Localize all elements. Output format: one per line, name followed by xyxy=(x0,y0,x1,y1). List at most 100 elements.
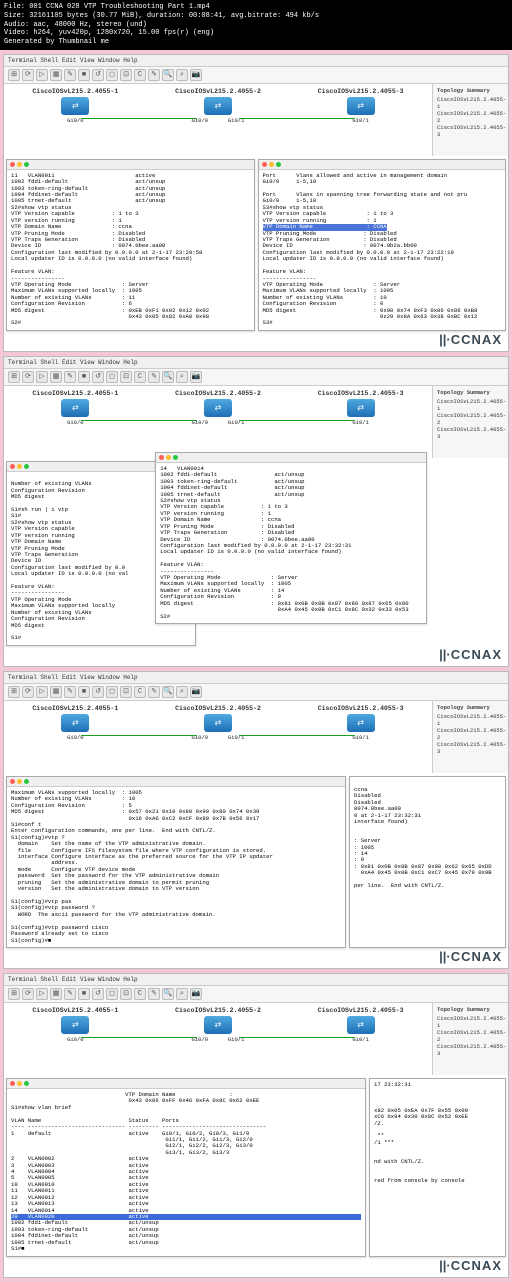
topology-sidebar-item[interactable]: CiscoIOSvL215.2.4055-2 xyxy=(437,110,504,124)
toolbar-button[interactable]: ▷ xyxy=(36,988,48,1000)
toolbar-button[interactable]: ■ xyxy=(78,69,90,81)
menubar[interactable]: Terminal Shell Edit View Window Help xyxy=(4,974,508,986)
terminal-vlan-brief[interactable]: VTP Domain Name : 0x43 0x06 0xFF 0x46 0x… xyxy=(6,1078,366,1257)
terminal-s2-body[interactable]: 14 VLAN0014 1002 fddi-default act/unsup … xyxy=(156,463,426,623)
toolbar-button[interactable]: ▦ xyxy=(50,69,62,81)
terminal-s2[interactable]: 11 VLAN0011 active 1002 fddi-default act… xyxy=(6,159,255,331)
toolbar-button[interactable]: ⊡ xyxy=(120,686,132,698)
toolbar-button[interactable]: ✎ xyxy=(148,686,160,698)
toolbar-button[interactable]: ↺ xyxy=(92,69,104,81)
toolbar-button[interactable]: 🔍 xyxy=(162,686,174,698)
close-icon[interactable] xyxy=(159,455,164,460)
toolbar-button[interactable]: ↺ xyxy=(92,686,104,698)
toolbar-button[interactable]: ⟳ xyxy=(22,988,34,1000)
toolbar-button[interactable]: ■ xyxy=(78,988,90,1000)
terminal-s3[interactable]: Port Vlans allowed and active in managem… xyxy=(258,159,507,331)
close-icon[interactable] xyxy=(10,779,15,784)
minimize-icon[interactable] xyxy=(269,162,274,167)
toolbar-button[interactable]: ◻ xyxy=(106,686,118,698)
toolbar-button[interactable]: C xyxy=(134,69,146,81)
close-icon[interactable] xyxy=(262,162,267,167)
close-icon[interactable] xyxy=(10,464,15,469)
toolbar-button[interactable]: 📷 xyxy=(190,686,202,698)
toolbar-button[interactable]: 🔍 xyxy=(162,988,174,1000)
topology-sidebar-item[interactable]: CiscoIOSvL215.2.4055-1 xyxy=(437,96,504,110)
toolbar-button[interactable]: ✎ xyxy=(148,988,160,1000)
toolbar-button[interactable]: ■ xyxy=(78,686,90,698)
toolbar-button[interactable]: ⊡ xyxy=(120,69,132,81)
toolbar-button[interactable]: ◻ xyxy=(106,371,118,383)
toolbar-button[interactable]: 📷 xyxy=(190,371,202,383)
close-icon[interactable] xyxy=(10,162,15,167)
terminal-right-fragment[interactable]: 17 23:32:31 x82 0x05 0xEA 0x7F 0x55 0x09… xyxy=(369,1078,506,1257)
topology-canvas[interactable]: CiscoIOSvL215.2.4055-1⇄Gi0/0 CiscoIOSvL2… xyxy=(4,386,432,458)
minimize-icon[interactable] xyxy=(166,455,171,460)
toolbar-button[interactable]: ◻ xyxy=(106,69,118,81)
toolbar-button[interactable]: ⊡ xyxy=(120,371,132,383)
toolbar-button[interactable]: ⟳ xyxy=(22,371,34,383)
toolbar-button[interactable]: ⟳ xyxy=(22,686,34,698)
toolbar-button[interactable]: ↺ xyxy=(92,371,104,383)
toolbar-button[interactable]: C xyxy=(134,988,146,1000)
toolbar-button[interactable]: ⊞ xyxy=(8,988,20,1000)
minimize-icon[interactable] xyxy=(17,779,22,784)
switch-icon: ⇄ xyxy=(347,714,375,732)
toolbar-button[interactable]: 🔍 xyxy=(162,69,174,81)
toolbar-button[interactable]: ⌕ xyxy=(176,686,188,698)
toolbar-button[interactable]: C xyxy=(134,371,146,383)
toolbar-button[interactable]: ▷ xyxy=(36,69,48,81)
zoom-icon[interactable] xyxy=(24,162,29,167)
toolbar-button[interactable]: ⌕ xyxy=(176,69,188,81)
toolbar-button[interactable]: ⊞ xyxy=(8,371,20,383)
toolbar-button[interactable]: ⊞ xyxy=(8,686,20,698)
toolbar-button[interactable]: ▦ xyxy=(50,371,62,383)
toolbar-button[interactable]: ⟳ xyxy=(22,69,34,81)
close-icon[interactable] xyxy=(10,1081,15,1086)
toolbar-button[interactable]: ▷ xyxy=(36,371,48,383)
toolbar-button[interactable]: C xyxy=(134,686,146,698)
menubar[interactable]: Terminal Shell Edit View Window Help xyxy=(4,357,508,369)
zoom-icon[interactable] xyxy=(24,779,29,784)
toolbar-button[interactable]: ⌕ xyxy=(176,371,188,383)
terminal-s2-overlay[interactable]: 14 VLAN0014 1002 fddi-default act/unsup … xyxy=(155,452,427,624)
minimize-icon[interactable] xyxy=(17,464,22,469)
terminal-s1-config[interactable]: Maximum VLANs supported locally : 1005 N… xyxy=(6,776,346,948)
toolbar-button[interactable]: ✎ xyxy=(64,371,76,383)
topology-canvas[interactable]: CiscoIOSvL215.2.4055-1⇄Gi0/0 CiscoIOSvL2… xyxy=(4,1003,432,1075)
toolbar-button[interactable]: ✎ xyxy=(64,988,76,1000)
toolbar-button[interactable]: ▦ xyxy=(50,988,62,1000)
terminal-right-fragment-body[interactable]: 17 23:32:31 x82 0x05 0xEA 0x7F 0x55 0x09… xyxy=(370,1079,505,1188)
toolbar-button[interactable]: ✎ xyxy=(64,69,76,81)
topology-canvas[interactable]: CiscoIOSvL215.2.4055-1 ⇄ Gi0/0 CiscoIOSv… xyxy=(4,84,432,156)
toolbar-button[interactable]: 📷 xyxy=(190,988,202,1000)
terminal-right-body[interactable]: ccna Disabled Disabled 0074.0bee.aa00 0 … xyxy=(350,777,505,893)
toolbar-button[interactable]: ⊡ xyxy=(120,988,132,1000)
topology-canvas[interactable]: CiscoIOSvL215.2.4055-1⇄Gi0/0 CiscoIOSvL2… xyxy=(4,701,432,773)
toolbar-button[interactable]: ▦ xyxy=(50,686,62,698)
toolbar-button[interactable]: ↺ xyxy=(92,988,104,1000)
toolbar-button[interactable]: 📷 xyxy=(190,69,202,81)
menubar[interactable]: Terminal Shell Edit View Window Help xyxy=(4,672,508,684)
toolbar-button[interactable]: ⊞ xyxy=(8,69,20,81)
minimize-icon[interactable] xyxy=(17,162,22,167)
toolbar-button[interactable]: ◻ xyxy=(106,988,118,1000)
zoom-icon[interactable] xyxy=(24,464,29,469)
toolbar-button[interactable]: ▷ xyxy=(36,686,48,698)
terminal-s2-body[interactable]: 11 VLAN0011 active 1002 fddi-default act… xyxy=(7,170,254,330)
zoom-icon[interactable] xyxy=(24,1081,29,1086)
zoom-icon[interactable] xyxy=(276,162,281,167)
toolbar-button[interactable]: ✎ xyxy=(148,69,160,81)
terminal-s3-body[interactable]: Port Vlans allowed and active in managem… xyxy=(259,170,506,330)
toolbar-button[interactable]: ✎ xyxy=(148,371,160,383)
menubar[interactable]: Terminal Shell Edit View Window Help xyxy=(4,55,508,67)
zoom-icon[interactable] xyxy=(173,455,178,460)
terminal-vlan-brief-body[interactable]: VTP Domain Name : 0x43 0x06 0xFF 0x46 0x… xyxy=(7,1089,365,1256)
toolbar-button[interactable]: 🔍 xyxy=(162,371,174,383)
topology-sidebar-item[interactable]: CiscoIOSvL215.2.4055-3 xyxy=(437,124,504,138)
terminal-right-snippet[interactable]: ccna Disabled Disabled 0074.0bee.aa00 0 … xyxy=(349,776,506,948)
minimize-icon[interactable] xyxy=(17,1081,22,1086)
toolbar-button[interactable]: ⌕ xyxy=(176,988,188,1000)
terminal-s1-config-body[interactable]: Maximum VLANs supported locally : 1005 N… xyxy=(7,787,345,947)
toolbar-button[interactable]: ✎ xyxy=(64,686,76,698)
toolbar-button[interactable]: ■ xyxy=(78,371,90,383)
